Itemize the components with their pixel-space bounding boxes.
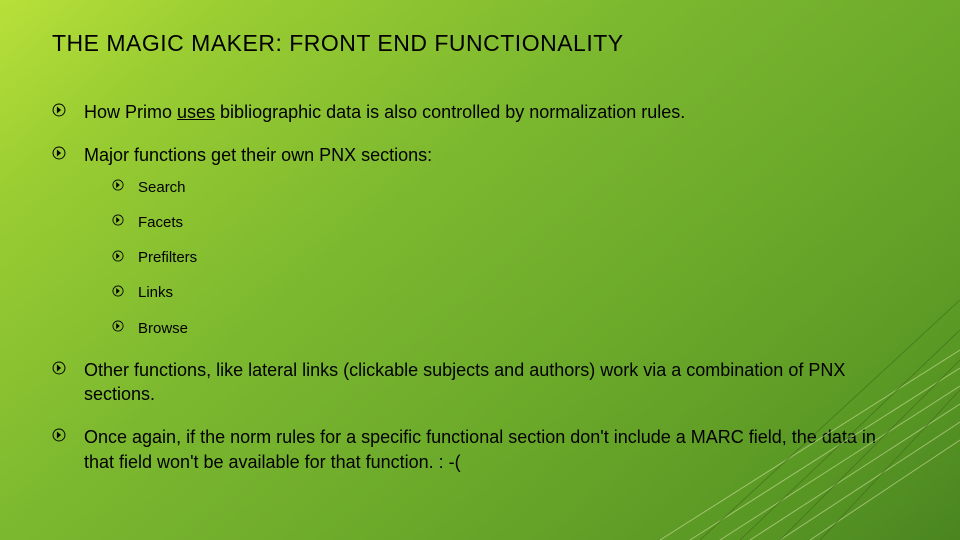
sub-bullet-text: Search [138,179,186,196]
sub-bullet-text: Browse [138,320,188,337]
bullet-text-underlined: uses [177,102,215,122]
slide-title: THE MAGIC MAKER: FRONT END FUNCTIONALITY [52,30,624,57]
bullet-item: Once again, if the norm rules for a spec… [52,425,900,474]
sub-bullet-text: Facets [138,214,183,231]
sub-bullet-list: Search Facets Prefilters Links [112,178,900,339]
arrow-bullet-icon [112,250,124,262]
arrow-bullet-icon [112,179,124,191]
bullet-item: How Primo uses bibliographic data is als… [52,100,900,124]
sub-bullet-item: Facets [112,213,900,233]
slide-content: How Primo uses bibliographic data is als… [52,100,900,493]
arrow-bullet-icon [52,361,66,375]
sub-bullet-text: Links [138,284,173,301]
bullet-text: Once again, if the norm rules for a spec… [84,427,876,471]
arrow-bullet-icon [52,428,66,442]
sub-bullet-item: Search [112,178,900,198]
bullet-item: Other functions, like lateral links (cli… [52,358,900,407]
arrow-bullet-icon [52,103,66,117]
main-bullet-list: How Primo uses bibliographic data is als… [52,100,900,474]
sub-bullet-item: Prefilters [112,248,900,268]
bullet-text-part: bibliographic data is also controlled by… [215,102,685,122]
sub-bullet-item: Browse [112,319,900,339]
bullet-text: Other functions, like lateral links (cli… [84,360,845,404]
bullet-item: Major functions get their own PNX sectio… [52,143,900,339]
arrow-bullet-icon [112,285,124,297]
bullet-text-part: How Primo [84,102,177,122]
arrow-bullet-icon [52,146,66,160]
arrow-bullet-icon [112,214,124,226]
slide: THE MAGIC MAKER: FRONT END FUNCTIONALITY… [0,0,960,540]
sub-bullet-text: Prefilters [138,249,197,266]
bullet-text: Major functions get their own PNX sectio… [84,145,432,165]
arrow-bullet-icon [112,320,124,332]
sub-bullet-item: Links [112,283,900,303]
